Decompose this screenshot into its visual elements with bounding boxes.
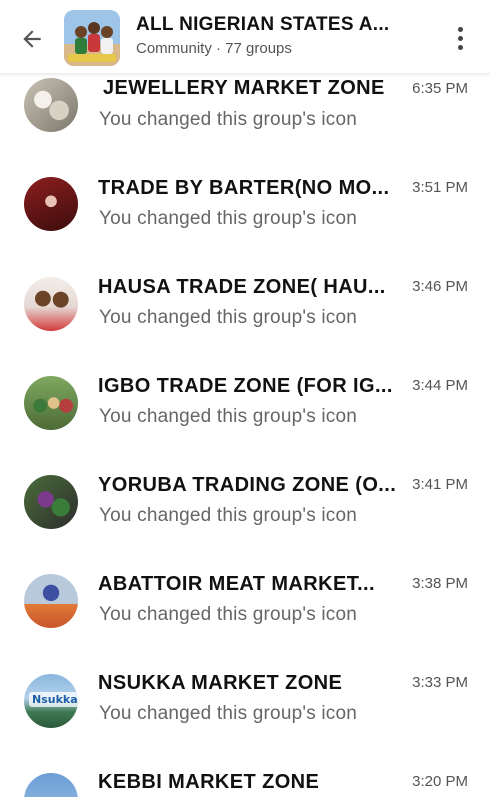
community-title: ALL NIGERIAN STATES A... <box>136 14 390 35</box>
group-last-message: You changed this group's icon <box>99 604 358 625</box>
group-time: 3:38 PM <box>412 575 468 592</box>
group-time: 3:41 PM <box>412 476 468 493</box>
group-row-yoruba[interactable]: YORUBA TRADING ZONE (O... 3:41 PM You ch… <box>0 466 490 565</box>
group-last-message: You changed this group's icon <box>99 307 358 328</box>
group-avatar <box>24 475 78 529</box>
group-avatar <box>24 773 78 797</box>
group-name: KEBBI MARKET ZONE <box>98 771 320 793</box>
group-last-message: You changed this group's icon <box>99 109 358 130</box>
group-name: IGBO TRADE ZONE (FOR IG... <box>98 375 393 397</box>
group-time: 3:46 PM <box>412 278 468 295</box>
group-name: NSUKKA MARKET ZONE <box>98 672 343 694</box>
group-time: 6:35 PM <box>412 80 468 97</box>
avatar-text: Nsukka <box>29 692 78 707</box>
group-row-abattoir[interactable]: ABATTOIR MEAT MARKET... 3:38 PM You chan… <box>0 565 490 664</box>
group-name: TRADE BY BARTER(NO MO... <box>98 177 390 199</box>
community-subtitle: Community · 77 groups <box>136 40 292 57</box>
group-name: YORUBA TRADING ZONE (O... <box>98 474 397 496</box>
group-last-message: You changed this group's icon <box>99 703 358 724</box>
group-list: JEWELLERY MARKET ZONE 6:35 PM You change… <box>0 0 490 797</box>
arrow-left-icon <box>23 30 41 48</box>
back-button[interactable] <box>17 24 47 54</box>
group-avatar <box>24 177 78 231</box>
app-bar: ALL NIGERIAN STATES A... Community · 77 … <box>0 0 490 74</box>
group-row-trade-by-barter[interactable]: TRADE BY BARTER(NO MO... 3:51 PM You cha… <box>0 169 490 268</box>
group-row-igbo[interactable]: IGBO TRADE ZONE (FOR IG... 3:44 PM You c… <box>0 367 490 466</box>
community-avatar-image <box>64 10 120 66</box>
more-options-button[interactable] <box>448 22 472 54</box>
community-avatar[interactable] <box>64 10 120 66</box>
group-row-jewellery[interactable]: JEWELLERY MARKET ZONE 6:35 PM You change… <box>0 70 490 169</box>
more-vertical-icon-dot <box>457 35 463 41</box>
group-name: HAUSA TRADE ZONE( HAU... <box>98 276 386 298</box>
group-row-nsukka[interactable]: Nsukka NSUKKA MARKET ZONE 3:33 PM You ch… <box>0 664 490 763</box>
group-last-message: You changed this group's icon <box>99 208 358 229</box>
more-vertical-icon-dot <box>457 44 463 50</box>
group-avatar <box>24 277 78 331</box>
group-last-message: You changed this group's icon <box>99 505 358 526</box>
more-vertical-icon <box>457 26 463 32</box>
group-name: JEWELLERY MARKET ZONE <box>103 77 385 99</box>
group-time: 3:20 PM <box>412 773 468 790</box>
group-time: 3:51 PM <box>412 179 468 196</box>
group-avatar: Nsukka <box>24 674 78 728</box>
group-time: 3:33 PM <box>412 674 468 691</box>
group-last-message: You changed this group's icon <box>99 406 358 427</box>
group-name: ABATTOIR MEAT MARKET... <box>98 573 375 595</box>
group-row-hausa[interactable]: HAUSA TRADE ZONE( HAU... 3:46 PM You cha… <box>0 268 490 367</box>
group-time: 3:44 PM <box>412 377 468 394</box>
group-avatar <box>24 78 78 132</box>
group-avatar <box>24 376 78 430</box>
group-avatar <box>24 574 78 628</box>
group-row-kebbi[interactable]: KEBBI MARKET ZONE 3:20 PM <box>0 763 490 797</box>
